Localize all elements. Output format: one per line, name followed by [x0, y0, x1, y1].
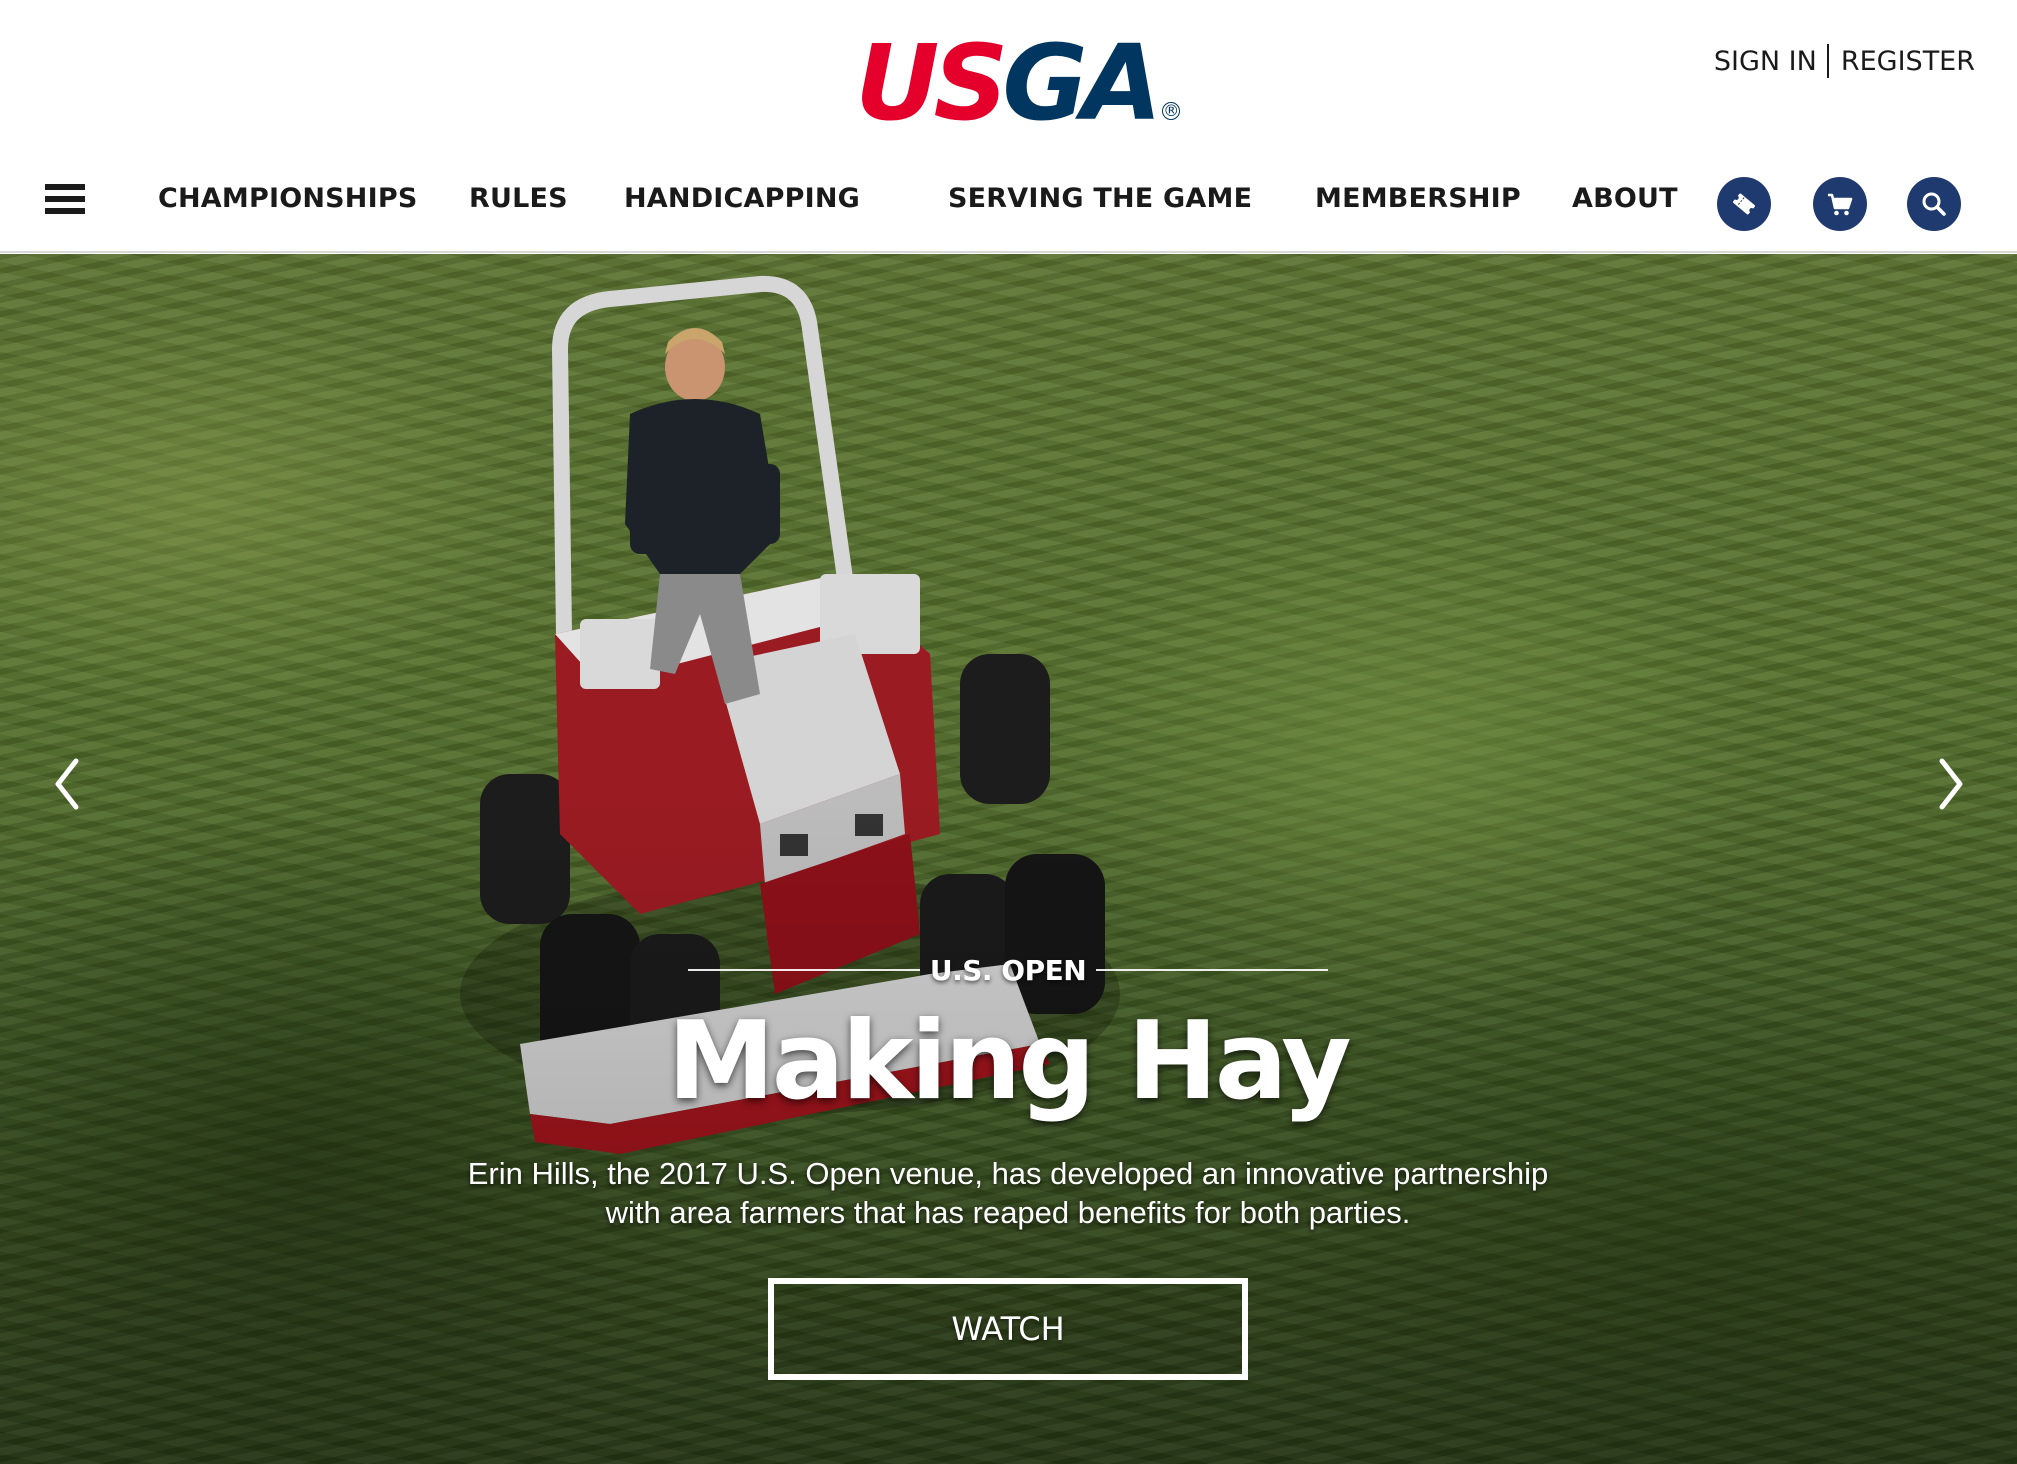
- usga-logo[interactable]: US GA ®: [855, 22, 1181, 144]
- watch-button[interactable]: WATCH: [768, 1278, 1248, 1380]
- hamburger-icon[interactable]: [45, 184, 85, 216]
- registered-mark: ®: [1162, 101, 1181, 120]
- search-button[interactable]: [1907, 177, 1961, 231]
- cart-icon: [1828, 193, 1853, 216]
- cart-button[interactable]: [1813, 177, 1867, 231]
- nav-item-championships[interactable]: CHAMPIONSHIPS: [158, 183, 417, 214]
- carousel-prev-button[interactable]: [42, 754, 92, 814]
- logo-ga: GA: [1002, 22, 1162, 144]
- ticket-icon: [1733, 193, 1755, 215]
- auth-divider: [1826, 44, 1829, 78]
- eyebrow-line-left: [688, 969, 920, 971]
- site-header: US GA ® SIGN IN REGISTER CHAMPIONSHIPS RUL…: [0, 0, 2017, 253]
- carousel-next-button[interactable]: [1926, 754, 1976, 814]
- hero-headline[interactable]: Making Hay: [508, 1002, 1508, 1122]
- logo-us: US: [855, 22, 1008, 144]
- ticket-button[interactable]: [1717, 177, 1771, 231]
- sign-in-link[interactable]: SIGN IN: [1714, 46, 1817, 77]
- search-icon: [1922, 192, 1946, 216]
- chevron-right-icon: [1939, 758, 1963, 810]
- main-nav: CHAMPIONSHIPS RULES HANDICAPPING SERVING…: [0, 175, 2017, 231]
- hero-category[interactable]: U.S. OPEN: [920, 954, 1096, 987]
- nav-item-about[interactable]: ABOUT: [1572, 183, 1678, 214]
- auth-links: SIGN IN REGISTER: [1714, 44, 1975, 78]
- nav-item-membership[interactable]: MEMBERSHIP: [1315, 183, 1521, 214]
- nav-item-handicapping[interactable]: HANDICAPPING: [624, 183, 860, 214]
- eyebrow-line-right: [1096, 969, 1328, 971]
- hero-eyebrow: U.S. OPEN: [688, 950, 1328, 990]
- nav-item-rules[interactable]: RULES: [469, 183, 568, 214]
- hero-description: Erin Hills, the 2017 U.S. Open venue, ha…: [408, 1154, 1608, 1232]
- register-link[interactable]: REGISTER: [1841, 46, 1975, 77]
- chevron-left-icon: [55, 758, 79, 810]
- hero-description-line-1: Erin Hills, the 2017 U.S. Open venue, ha…: [467, 1156, 1549, 1191]
- hero-description-line-2: with area farmers that has reaped benefi…: [605, 1195, 1411, 1230]
- nav-item-serving-the-game[interactable]: SERVING THE GAME: [948, 183, 1252, 214]
- hero-carousel: U.S. OPEN Making Hay Erin Hills, the 201…: [0, 254, 2017, 1464]
